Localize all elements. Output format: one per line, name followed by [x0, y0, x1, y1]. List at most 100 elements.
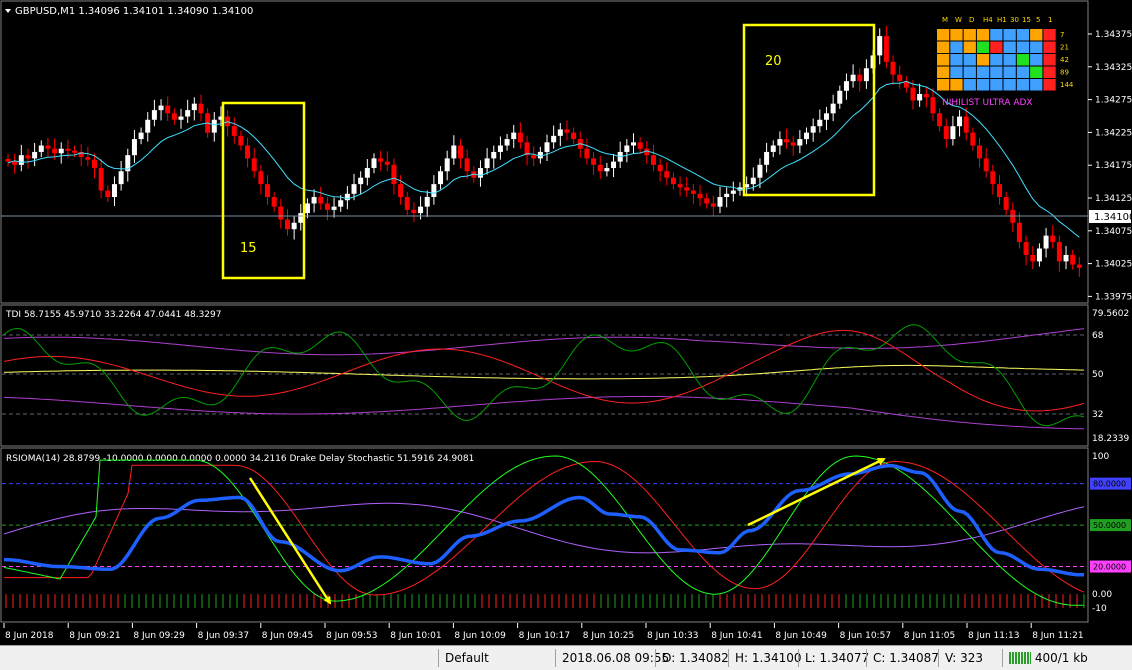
dashboard-column-label: M	[942, 16, 948, 24]
candle-body	[431, 184, 437, 198]
dashboard-cell	[1016, 41, 1030, 53]
dashboard-cell	[1030, 54, 1043, 66]
candle-body	[770, 145, 776, 152]
candle-body	[684, 187, 690, 191]
time-label: 8 Jun 09:45	[262, 631, 313, 641]
status-open: O: 1.34082	[655, 649, 729, 667]
candle-body	[291, 222, 297, 230]
candle-body	[970, 132, 976, 146]
candle-body	[324, 203, 330, 210]
candle-body	[937, 113, 943, 127]
dashboard-column-label: H4	[983, 16, 993, 24]
rsioma-level-label: 100	[1092, 452, 1109, 462]
rsioma-header: RSIOMA(14) 28.8799 -10.0000 0.0000 0.000…	[6, 454, 474, 464]
candle-body	[923, 94, 929, 98]
candle-body	[690, 190, 696, 194]
status-bar: Default 2018.06.08 09:55 O: 1.34082 H: 1…	[0, 645, 1132, 670]
candle-body	[45, 145, 51, 149]
dashboard-cell	[976, 66, 990, 78]
tdi-market-base-line	[3, 364, 1085, 380]
time-label: 8 Jun 09:21	[69, 631, 120, 641]
candle-body	[544, 142, 550, 152]
status-volume: V: 323	[938, 649, 1002, 667]
dashboard-cell	[990, 41, 1003, 53]
candle-body	[411, 209, 417, 214]
candle-body	[1003, 197, 1009, 210]
time-label: 8 Jun 11:13	[968, 631, 1019, 641]
candle-body	[318, 197, 324, 204]
dashboard-cell	[963, 79, 976, 91]
dashboard-cell	[1030, 41, 1043, 53]
connection-bars-icon	[1009, 652, 1031, 664]
dashboard-cell	[937, 66, 950, 78]
candle-body	[704, 198, 710, 204]
annotation-arrow-up	[747, 457, 886, 527]
candle-body	[930, 97, 936, 114]
chart-menu-arrow-icon[interactable]	[5, 9, 11, 13]
status-traffic[interactable]: 400/1 kb	[1002, 649, 1132, 667]
chart-window[interactable]: 1.34375 1.34325 1.34275 1.34225 1.34175 1.341…	[0, 0, 1132, 645]
candle-body	[444, 158, 450, 172]
dashboard-cell	[1003, 79, 1016, 91]
dashboard-cell	[976, 41, 990, 53]
dashboard-cell	[990, 29, 1003, 41]
candle-body	[138, 132, 144, 140]
time-label: 8 Jun 11:05	[904, 631, 955, 641]
candle-body	[258, 171, 264, 185]
time-label: 8 Jun 10:57	[840, 631, 891, 641]
candle-body	[418, 206, 424, 214]
tdi-level-label: 79.5602	[1092, 309, 1129, 319]
candle-body	[837, 90, 843, 104]
candle-body	[777, 139, 783, 146]
candle-body	[464, 158, 470, 172]
tdi-level-label: 68	[1092, 331, 1104, 341]
candle-body	[98, 168, 104, 191]
time-label: 8 Jun 11:21	[1032, 631, 1083, 641]
candlestick-series	[5, 25, 1082, 277]
candle-body	[697, 193, 703, 199]
candle-body	[111, 184, 117, 198]
candle-body	[477, 168, 483, 178]
candle-body	[1036, 248, 1042, 262]
tdi-levels: 79.5602 68 50 32 18.2339	[2, 309, 1129, 444]
candle-body	[304, 203, 310, 214]
dashboard-cell	[990, 79, 1003, 91]
candle-body	[158, 105, 164, 111]
candle-body	[271, 197, 277, 207]
candle-body	[664, 171, 670, 178]
candle-body	[804, 132, 810, 140]
candle-body	[750, 177, 756, 185]
candle-body	[191, 103, 197, 111]
candle-body	[877, 36, 883, 56]
price-label: 1.34325	[1095, 63, 1132, 73]
candle-body	[105, 190, 111, 198]
moving-average-line	[7, 80, 1080, 238]
candle-body	[724, 193, 730, 198]
candle-body	[977, 145, 983, 159]
candle-body	[1070, 254, 1076, 265]
time-label: 8 Jun 09:37	[198, 631, 249, 641]
chart-canvas[interactable]: 1.34375 1.34325 1.34275 1.34225 1.34175 1.341…	[0, 0, 1132, 645]
candle-body	[284, 219, 290, 230]
candle-body	[58, 148, 64, 154]
status-profile[interactable]: Default	[438, 649, 555, 667]
dashboard-cell	[963, 41, 976, 53]
candle-body	[717, 197, 723, 207]
candle-body	[265, 184, 271, 198]
candle-body	[198, 103, 204, 114]
dashboard-cell	[1030, 79, 1043, 91]
dashboard-column-label: 15	[1022, 16, 1031, 24]
rsioma-line	[3, 463, 1084, 577]
time-label: 8 Jun 10:49	[775, 631, 827, 641]
price-label: 1.34125	[1095, 194, 1132, 204]
candle-body	[883, 36, 889, 62]
price-axis: 1.34375 1.34325 1.34275 1.34225 1.34175 1.341…	[1088, 30, 1132, 302]
rsioma-level-label: 0.00	[1092, 590, 1112, 600]
candle-body	[1050, 235, 1056, 243]
adx-dashboard: M W D H4 H1 30 15 5 17 21 42 89 144	[937, 16, 1074, 91]
candle-body	[457, 145, 463, 159]
candle-body	[810, 126, 816, 133]
candle-body	[398, 184, 404, 198]
rsioma-histogram	[5, 594, 1085, 608]
candle-body	[65, 148, 71, 151]
